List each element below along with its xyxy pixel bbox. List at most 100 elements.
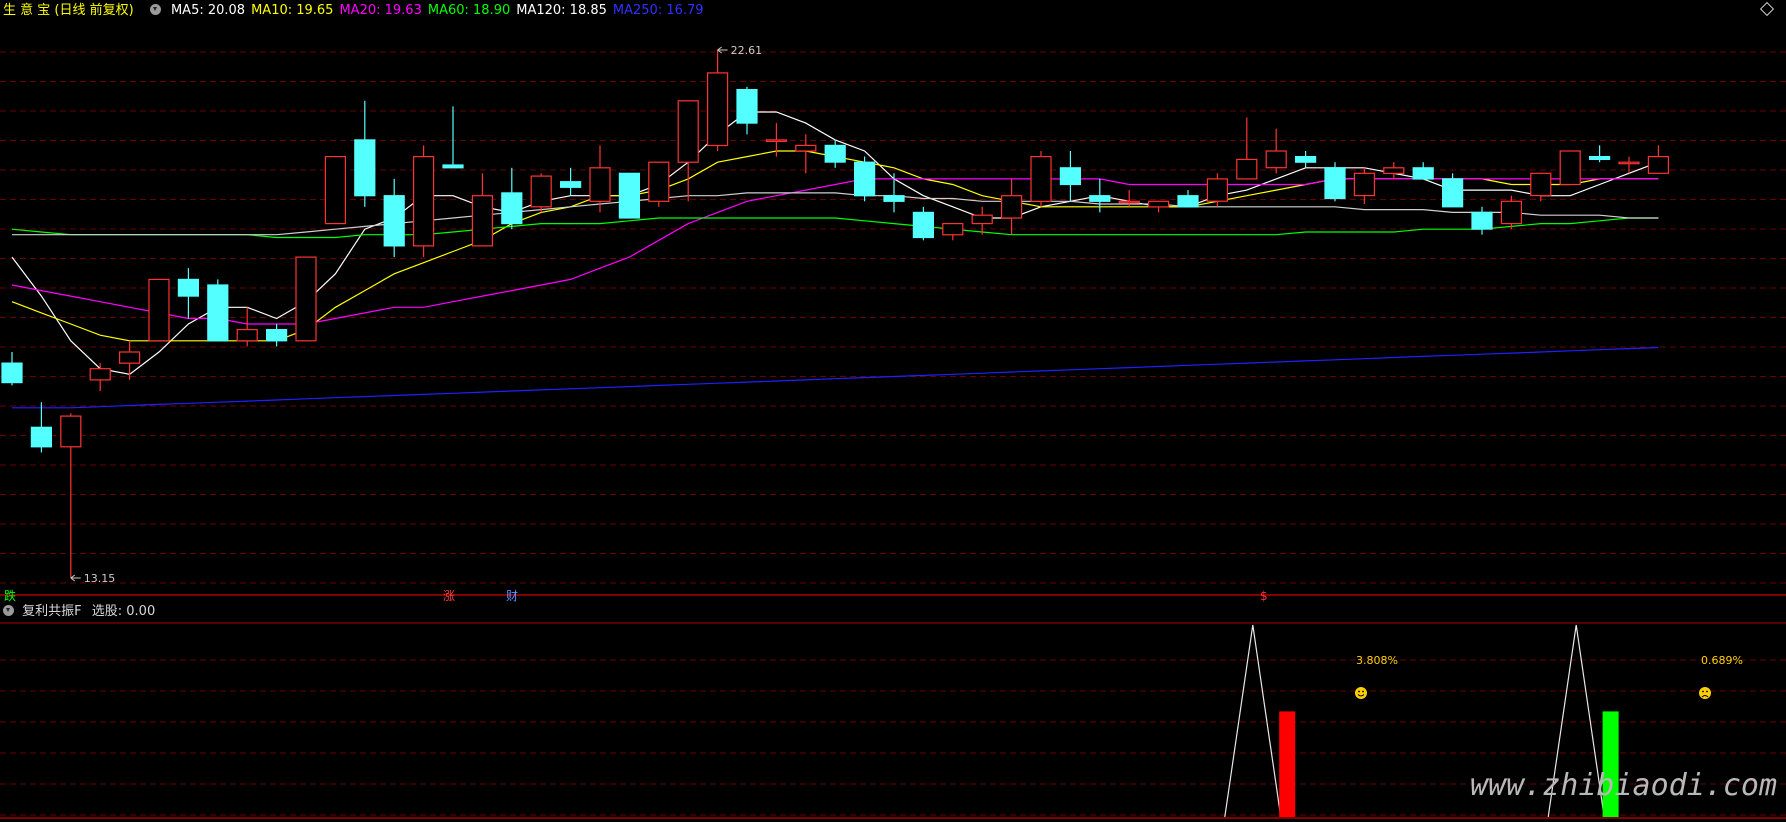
candle xyxy=(413,145,435,258)
candle-body xyxy=(1647,156,1670,174)
ma-label: MA120: 18.85 xyxy=(516,3,607,18)
sub-toggle-icon[interactable] xyxy=(3,605,14,616)
candle-body xyxy=(1147,200,1170,208)
sub-chart-header: 复利共振F 选股: 0.00 xyxy=(0,601,155,623)
candle-body xyxy=(853,161,876,197)
candle-body xyxy=(765,139,788,142)
candle xyxy=(236,307,258,347)
candle xyxy=(1,352,23,386)
candle xyxy=(1324,162,1346,202)
candle-body xyxy=(30,426,52,448)
candle xyxy=(1177,190,1199,208)
event-marker: $ xyxy=(1260,589,1268,603)
candle xyxy=(1236,117,1258,180)
ma-line-ma20 xyxy=(11,178,1659,325)
main-chart-header: 生 意 宝 (日线 前复权) MA5: 20.08 MA10: 19.65 MA20… xyxy=(0,0,1786,22)
candle-body xyxy=(559,181,582,188)
candle xyxy=(1530,172,1552,202)
candle xyxy=(1059,151,1082,202)
candle-body xyxy=(89,368,111,381)
diamond-icon[interactable] xyxy=(1759,1,1775,17)
candle-body xyxy=(207,284,229,342)
candle xyxy=(912,206,935,241)
low-price-label: 13.15 xyxy=(84,572,116,585)
candle-body xyxy=(971,214,993,225)
chart-canvas: 22.6113.15跌涨财 $3.808% 0.689%www.zhibiaodi.… xyxy=(0,44,1786,819)
candle-body xyxy=(1530,172,1552,197)
frown-icon xyxy=(1699,687,1711,699)
ma-label: MA10: 19.65 xyxy=(251,3,334,18)
candle-body xyxy=(383,195,405,247)
candle-body xyxy=(589,167,611,202)
candle-body xyxy=(266,329,288,342)
candle-body xyxy=(942,223,964,236)
candle-body xyxy=(1412,167,1434,180)
candle xyxy=(1588,145,1611,163)
signal-bar xyxy=(1279,711,1296,817)
candle-body xyxy=(60,415,82,448)
indicator-value: 选股: 0.00 xyxy=(91,604,156,619)
candle xyxy=(1559,150,1581,186)
candle-body xyxy=(648,161,670,202)
candle-body xyxy=(530,175,552,208)
candle-body xyxy=(236,329,258,342)
ma-label: MA5: 20.08 xyxy=(170,3,246,18)
candle xyxy=(1206,173,1229,207)
candle-body xyxy=(1471,211,1493,230)
candle xyxy=(618,172,641,219)
candle xyxy=(1471,206,1493,235)
candle xyxy=(706,50,729,151)
candle-body xyxy=(1559,150,1581,186)
header-toggle-icon[interactable] xyxy=(149,4,161,15)
pct-label: 3.808% xyxy=(1356,654,1398,667)
event-marker: 财 xyxy=(506,589,518,603)
ma-label: MA20: 19.63 xyxy=(339,3,422,18)
candle-body xyxy=(1059,167,1082,186)
candle xyxy=(971,206,993,235)
candle-body xyxy=(1236,158,1258,180)
candle xyxy=(354,100,376,207)
high-price-label: 22.61 xyxy=(731,44,763,57)
smiley-icon xyxy=(1355,687,1367,699)
candle xyxy=(1441,173,1464,208)
stock-name: 生 意 宝 xyxy=(3,3,51,18)
candle xyxy=(324,156,346,225)
signal-spike xyxy=(1224,624,1282,818)
candle xyxy=(1383,162,1405,179)
candle xyxy=(1294,151,1317,168)
ma-value-list: MA5: 20.08 MA10: 19.65 MA20: 19.63 MA60: 18… xyxy=(171,3,710,18)
candle-body xyxy=(1030,156,1052,202)
candle xyxy=(942,223,964,241)
candle xyxy=(383,178,405,258)
candle-body xyxy=(442,164,464,169)
candle-body xyxy=(1353,172,1376,197)
candle xyxy=(30,402,52,453)
candle-body xyxy=(1324,167,1346,200)
candle-body xyxy=(1441,178,1464,208)
candle xyxy=(1500,195,1523,230)
candle xyxy=(853,156,876,202)
candle-body xyxy=(736,88,758,124)
candle xyxy=(648,161,670,207)
pct-label: 0.689% xyxy=(1701,654,1743,667)
candle-body xyxy=(1294,156,1317,163)
candle xyxy=(589,145,611,213)
candle-body xyxy=(324,156,346,225)
candle xyxy=(1265,128,1287,174)
candle-body xyxy=(795,144,817,152)
ma-line-ma250 xyxy=(12,346,1659,409)
candle-body xyxy=(471,195,493,247)
candle-body xyxy=(177,278,199,297)
candle-body xyxy=(883,195,905,202)
candle xyxy=(501,167,523,230)
candle-body xyxy=(295,256,317,342)
ma-label: MA60: 18.90 xyxy=(427,3,511,18)
candle-body xyxy=(1618,161,1640,165)
candle xyxy=(1030,151,1052,207)
candle-body xyxy=(413,156,435,247)
candle xyxy=(1000,178,1023,235)
candle-body xyxy=(118,351,141,364)
candle xyxy=(148,278,170,342)
candle-body xyxy=(1000,195,1023,219)
candle xyxy=(559,167,582,196)
